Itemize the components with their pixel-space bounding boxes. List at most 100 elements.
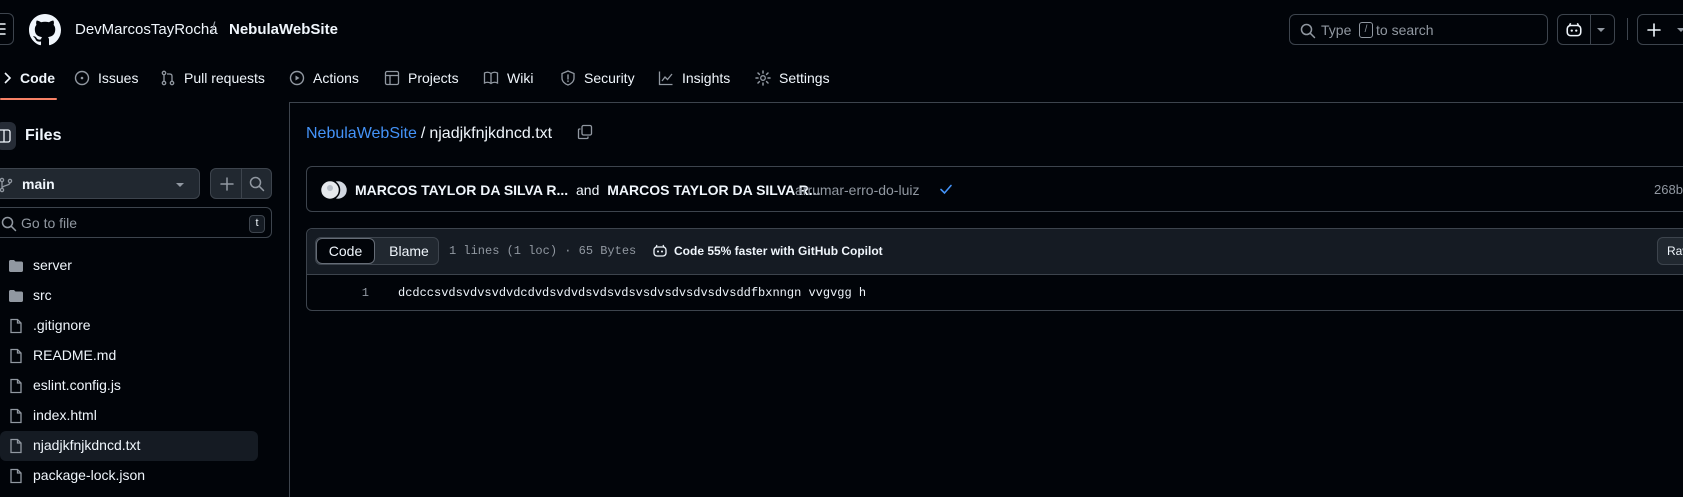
file-icon: [8, 378, 24, 394]
file-meta: 1 lines (1 loc) · 65 Bytes: [449, 244, 637, 258]
tab-label: Code: [20, 70, 55, 86]
search-placeholder-suffix: to search: [1376, 22, 1434, 38]
tree-item-file[interactable]: eslint.config.js: [0, 371, 258, 401]
tree-item-label: .gitignore: [33, 317, 91, 333]
tab-insights[interactable]: Insights: [658, 66, 730, 90]
branch-name: main: [22, 176, 55, 192]
search-icon: [1, 216, 17, 232]
copilot-icon: [653, 244, 667, 257]
plus-icon: [1647, 23, 1661, 37]
tab-label: Wiki: [507, 70, 534, 86]
tab-issues[interactable]: Issues: [74, 66, 138, 90]
tree-item-file[interactable]: package-lock.json: [0, 461, 258, 491]
file-tree-sidebar: Files main t server src .gitig: [0, 102, 290, 497]
git-pull-request-icon: [161, 70, 175, 86]
tab-label: Actions: [313, 70, 359, 86]
play-icon: [289, 70, 305, 86]
file-icon: [8, 318, 24, 334]
issue-opened-icon: [74, 70, 90, 86]
add-file-button[interactable]: [219, 176, 235, 192]
file-icon: [8, 438, 24, 454]
tab-actions[interactable]: Actions: [289, 66, 359, 90]
create-new-button[interactable]: [1637, 14, 1683, 45]
go-to-file-input[interactable]: [21, 213, 231, 233]
tab-label: Settings: [779, 70, 830, 86]
code-icon: [4, 72, 12, 84]
breadcrumb-separator: /: [211, 20, 216, 37]
file-viewer: Code Blame 1 lines (1 loc) · 65 Bytes Co…: [306, 228, 1683, 311]
tree-item-folder[interactable]: server: [0, 251, 258, 281]
code-tab-button[interactable]: Code: [316, 238, 375, 264]
tab-pull-requests[interactable]: Pull requests: [160, 66, 265, 90]
tree-item-label: eslint.config.js: [33, 377, 121, 393]
file-icon: [8, 348, 24, 364]
file-icon: [8, 408, 24, 424]
book-icon: [483, 71, 499, 85]
collapse-sidebar-button[interactable]: [0, 122, 16, 150]
folder-icon: [8, 258, 24, 274]
tree-item-file[interactable]: .gitignore: [0, 311, 258, 341]
tree-item-folder[interactable]: src: [0, 281, 258, 311]
tree-item-label: njadjkfnjkdncd.txt: [33, 437, 141, 453]
copilot-button[interactable]: [1557, 14, 1615, 45]
global-header: DevMarcosTayRocha / NebulaWebSite Type /…: [0, 0, 1683, 103]
tree-item-file[interactable]: index.html: [0, 401, 258, 431]
breadcrumb-owner-link[interactable]: DevMarcosTayRocha: [75, 21, 218, 38]
search-files-button[interactable]: [249, 176, 265, 192]
blame-tab-button[interactable]: Blame: [380, 238, 438, 264]
gear-icon: [755, 70, 771, 86]
commit-authors: MARCOS TAYLOR DA SILVA R... and MARCOS T…: [355, 182, 820, 198]
copy-icon: [577, 124, 593, 140]
tab-label: Insights: [682, 70, 731, 86]
search-icon: [1300, 23, 1316, 39]
git-branch-icon: [0, 177, 13, 193]
commit-message-link[interactable]: arrumar-erro-do-luiz: [795, 182, 919, 198]
line-number[interactable]: 1: [339, 286, 369, 300]
author-avatars[interactable]: [319, 179, 351, 201]
menu-button[interactable]: [0, 13, 14, 45]
chevron-down-icon[interactable]: [1596, 27, 1606, 33]
go-to-file-field[interactable]: t: [0, 207, 272, 238]
path-file-name: njadjkfnjkdncd.txt: [429, 125, 553, 142]
commit-author-2[interactable]: MARCOS TAYLOR DA SILVA R...: [607, 182, 820, 198]
avatar-icon: [319, 179, 349, 201]
table-icon: [384, 70, 400, 86]
go-to-file-shortcut-key: t: [249, 215, 265, 233]
path-repo-link[interactable]: NebulaWebSite: [306, 125, 417, 142]
breadcrumb-repo-link[interactable]: NebulaWebSite: [229, 21, 338, 38]
file-path-breadcrumb: NebulaWebSite / njadjkfnjkdncd.txt: [306, 125, 552, 143]
tree-item-file-selected[interactable]: njadjkfnjkdncd.txt: [0, 431, 258, 461]
tree-item-file[interactable]: README.md: [0, 341, 258, 371]
raw-button[interactable]: Raw: [1657, 237, 1683, 265]
tree-item-label: src: [33, 287, 52, 303]
search-shortcut-key: /: [1359, 22, 1373, 38]
active-tab-indicator: [0, 98, 57, 100]
search-input[interactable]: Type / to search: [1289, 14, 1548, 45]
tab-projects[interactable]: Projects: [384, 66, 459, 90]
tab-label: Projects: [408, 70, 459, 86]
tab-security[interactable]: Security: [560, 66, 635, 90]
tree-item-label: server: [33, 257, 72, 273]
copilot-promo-link[interactable]: Code 55% faster with GitHub Copilot: [652, 243, 883, 259]
github-logo-icon[interactable]: [29, 14, 61, 46]
search-placeholder-prefix: Type: [1321, 22, 1352, 38]
chevron-down-icon: [175, 182, 185, 188]
tab-settings[interactable]: Settings: [755, 66, 830, 90]
file-viewer-header: Code Blame 1 lines (1 loc) · 65 Bytes Co…: [307, 229, 1683, 275]
copilot-promo-text: Code 55% faster with GitHub Copilot: [674, 244, 883, 258]
copy-path-button[interactable]: [577, 124, 593, 140]
tree-item-label: index.html: [33, 407, 97, 423]
shield-icon: [561, 70, 575, 86]
branch-selector[interactable]: main: [0, 168, 200, 199]
check-icon[interactable]: [939, 182, 953, 196]
tab-code[interactable]: Code: [4, 66, 55, 90]
commit-author-1[interactable]: MARCOS TAYLOR DA SILVA R...: [355, 182, 568, 198]
file-icon: [8, 468, 24, 484]
folder-icon: [8, 288, 24, 304]
commit-sha-link[interactable]: 268bf: [1654, 182, 1683, 197]
tab-label: Security: [584, 70, 635, 86]
tree-item-label: package-lock.json: [33, 467, 146, 483]
tab-wiki[interactable]: Wiki: [483, 66, 533, 90]
tab-label: Pull requests: [184, 70, 265, 86]
commit-authors-and: and: [576, 182, 600, 198]
